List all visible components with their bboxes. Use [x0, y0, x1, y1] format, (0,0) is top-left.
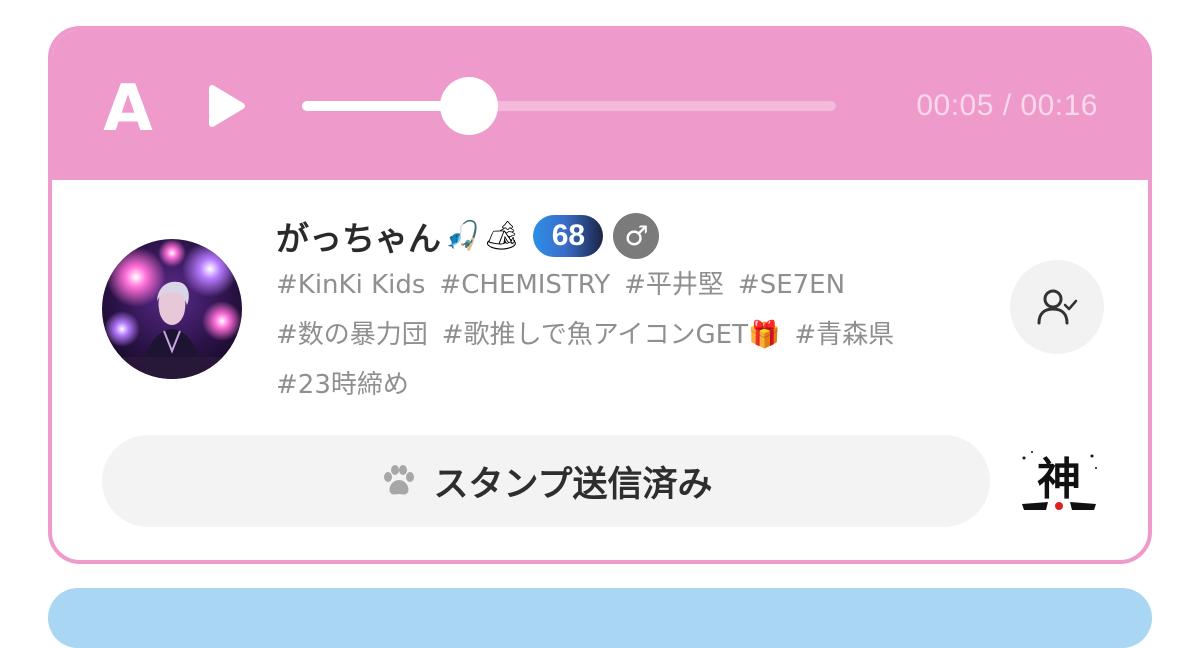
tag-item[interactable]: #青森県: [794, 320, 894, 350]
tag-item[interactable]: #数の暴力団: [276, 320, 428, 350]
user-name[interactable]: がっちゃん: [276, 212, 441, 260]
post-card: A 00:05 / 00:16 がっちゃん 🎣 🏕 68 ♂ #KinKi Ki…: [48, 26, 1152, 564]
tag-item[interactable]: #平井堅: [624, 270, 724, 300]
sent-stamp-text: 神: [1037, 454, 1081, 505]
sent-stamp-image[interactable]: 神: [1018, 448, 1100, 514]
tag-item[interactable]: #歌推しで魚アイコンGET🎁: [442, 320, 781, 350]
level-badge: 68: [533, 215, 604, 257]
camping-icon: 🏕: [483, 219, 520, 252]
player-letter: A: [103, 72, 153, 146]
user-check-icon: [1037, 289, 1078, 325]
progress-knob[interactable]: [439, 77, 498, 135]
play-button[interactable]: [206, 84, 246, 128]
tag-item[interactable]: #KinKi Kids: [276, 270, 425, 300]
time-display: 00:05 / 00:16: [916, 89, 1098, 122]
tag-list: #KinKi Kids #CHEMISTRY #平井堅 #SE7EN #数の暴力団 #歌…: [276, 260, 1016, 410]
stamp-sent-button[interactable]: スタンプ送信済み: [102, 435, 990, 527]
avatar-image: [102, 239, 242, 379]
tag-item[interactable]: #23時締め: [276, 370, 409, 400]
progress-track[interactable]: [302, 77, 836, 135]
male-icon: ♂: [613, 213, 660, 259]
next-card-edge: [48, 588, 1152, 648]
stamp-sent-label: スタンプ送信済み: [433, 464, 713, 505]
tag-item[interactable]: #SE7EN: [738, 270, 845, 300]
fishing-icon: 🎣: [445, 219, 480, 252]
follow-button[interactable]: [1010, 260, 1104, 354]
paw-icon: [383, 465, 414, 495]
profile-name-row: がっちゃん 🎣 🏕 68 ♂: [276, 212, 660, 260]
play-icon: [209, 85, 245, 127]
audio-player: A 00:05 / 00:16: [52, 30, 1148, 180]
tag-item[interactable]: #CHEMISTRY: [439, 270, 610, 300]
avatar[interactable]: [102, 239, 242, 379]
